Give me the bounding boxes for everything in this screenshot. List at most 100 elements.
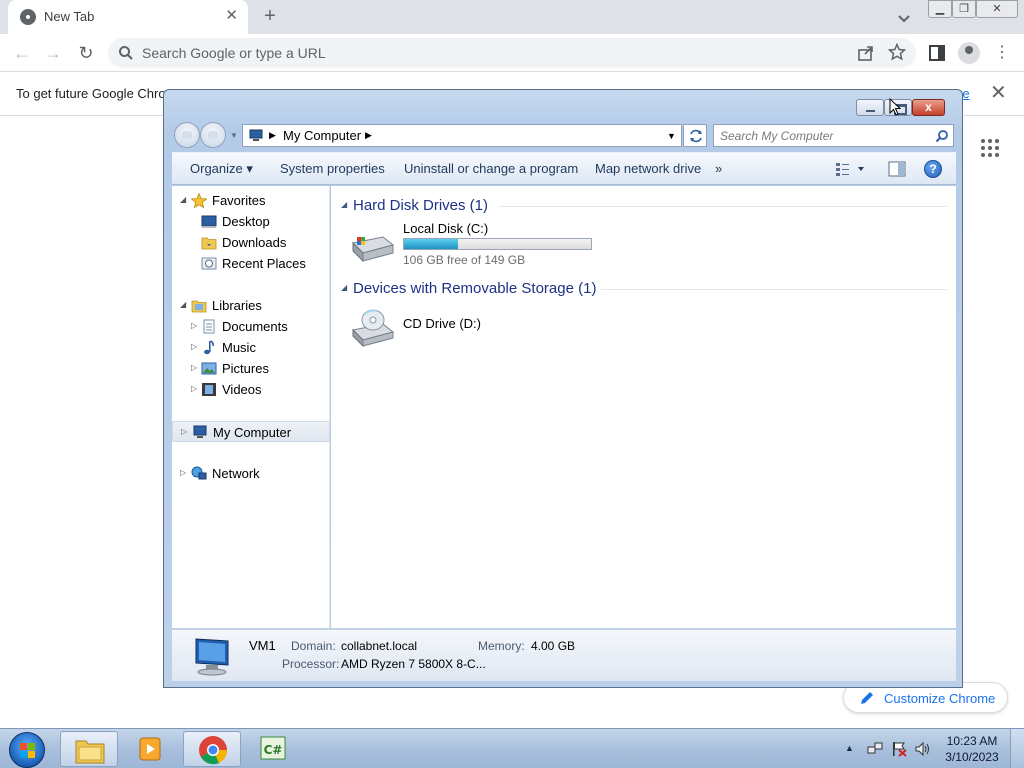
nav-item-favorites[interactable]: ◢ Favorites [172, 190, 330, 211]
reload-icon[interactable]: ↻ [74, 41, 98, 65]
organize-button[interactable]: Organize ▾ [190, 161, 253, 177]
drive-name: CD Drive (D:) [403, 316, 481, 331]
clock-time[interactable]: 10:23 AM [940, 734, 1004, 748]
chrome-close-button[interactable]: ✕ [976, 0, 1018, 18]
collapse-triangle-icon[interactable]: ◢ [341, 200, 347, 209]
group-title: Devices with Removable Storage (1) [353, 280, 597, 297]
bookmark-star-icon[interactable] [888, 43, 906, 61]
collapse-triangle-icon[interactable]: ◢ [341, 283, 347, 292]
expand-triangle-icon[interactable]: ▷ [191, 363, 197, 372]
action-center-flag-icon[interactable] [891, 741, 907, 757]
system-properties-button[interactable]: System properties [280, 161, 385, 176]
group-header-removable-storage[interactable]: ◢ Devices with Removable Storage (1) [339, 278, 947, 300]
help-icon[interactable]: ? [924, 160, 942, 178]
more-commands-chevron-icon[interactable]: » [715, 161, 722, 176]
back-arrow-icon[interactable]: ← [10, 41, 34, 65]
share-icon[interactable] [857, 44, 875, 62]
tab-search-chevron-icon[interactable] [894, 8, 914, 28]
taskbar-media-player-button[interactable] [121, 731, 179, 767]
nav-item-recent-places[interactable]: Recent Places [172, 253, 330, 274]
csharp-icon: C# [260, 736, 286, 760]
computer-monitor-icon [195, 638, 229, 676]
refresh-icon [690, 129, 702, 143]
taskbar-explorer-button[interactable] [60, 731, 118, 767]
collapse-triangle-icon[interactable]: ◢ [180, 300, 186, 309]
breadcrumb-separator-icon[interactable]: ▶ [269, 130, 276, 141]
side-panel-icon[interactable] [928, 44, 946, 62]
drive-item-d[interactable]: CD Drive (D:) [341, 304, 641, 354]
windows-taskbar: C# ▲ 10:23 AM 3/10/2023 [0, 728, 1024, 768]
show-hidden-icons-icon[interactable]: ▲ [845, 743, 854, 753]
map-network-drive-button[interactable]: Map network drive [595, 161, 701, 176]
nav-item-music[interactable]: ▷ Music [172, 337, 330, 358]
volume-icon[interactable] [914, 741, 932, 757]
omnibox-input[interactable] [142, 43, 842, 63]
collapse-triangle-icon[interactable]: ◢ [180, 195, 186, 204]
explorer-forward-button[interactable] [200, 122, 226, 148]
search-icon[interactable] [935, 129, 949, 143]
chrome-minimize-button[interactable]: ▁ [928, 0, 952, 18]
expand-triangle-icon[interactable]: ▷ [191, 384, 197, 393]
explorer-search-box[interactable] [713, 124, 954, 147]
explorer-minimize-button[interactable] [856, 99, 884, 116]
nav-item-my-computer[interactable]: ▷ My Computer [172, 421, 330, 442]
network-globe-icon [191, 466, 207, 480]
nav-item-videos[interactable]: ▷ Videos [172, 379, 330, 400]
uninstall-program-button[interactable]: Uninstall or change a program [404, 161, 578, 176]
google-apps-grid-icon[interactable] [981, 139, 999, 157]
kebab-menu-icon[interactable]: ⋮ [994, 43, 1010, 63]
nav-item-label: Recent Places [222, 256, 306, 271]
new-tab-button[interactable]: + [258, 4, 282, 28]
drive-usage-fill [404, 239, 459, 249]
tab-new-tab[interactable]: New Tab ✕ [8, 0, 248, 34]
nav-item-downloads[interactable]: Downloads [172, 232, 330, 253]
forward-arrow-icon[interactable]: → [41, 41, 65, 65]
nav-item-documents[interactable]: ▷ Documents [172, 316, 330, 337]
taskbar-chrome-button[interactable] [183, 731, 241, 767]
expand-triangle-icon[interactable]: ▷ [181, 427, 187, 436]
nav-item-label: Network [212, 466, 260, 481]
breadcrumb-my-computer[interactable]: My Computer [283, 128, 361, 143]
pencil-icon [861, 692, 873, 704]
omnibox[interactable] [108, 38, 916, 68]
change-view-icon[interactable] [834, 161, 866, 177]
network-tray-icon[interactable] [867, 741, 883, 757]
nav-item-desktop[interactable]: Desktop [172, 211, 330, 232]
explorer-back-button[interactable] [174, 122, 200, 148]
explorer-search-input[interactable] [720, 128, 920, 144]
expand-triangle-icon[interactable]: ▷ [191, 321, 197, 330]
profile-avatar-icon[interactable] [958, 42, 980, 64]
show-desktop-button[interactable] [1010, 729, 1024, 768]
nav-item-label: Downloads [222, 235, 287, 250]
refresh-button[interactable] [683, 124, 707, 147]
nav-item-libraries[interactable]: ◢ Libraries [172, 295, 330, 316]
taskbar-csharp-button[interactable]: C# [244, 731, 302, 767]
chrome-logo-icon [199, 736, 228, 765]
nav-item-label: Pictures [222, 361, 269, 376]
nav-item-label: Desktop [222, 214, 270, 229]
tab-close-icon[interactable]: ✕ [225, 8, 238, 24]
start-button[interactable] [9, 732, 45, 768]
computer-icon [193, 425, 207, 438]
nav-item-network[interactable]: ▷ Network [172, 463, 330, 484]
preview-pane-icon[interactable] [888, 161, 906, 177]
address-dropdown-icon[interactable]: ▼ [667, 131, 676, 141]
restore-icon: ❐ [959, 3, 969, 15]
expand-triangle-icon[interactable]: ▷ [180, 468, 186, 477]
chrome-tab-strip: New Tab ✕ + ▁ ❐ ✕ [0, 0, 1024, 34]
documents-icon [203, 319, 215, 334]
customize-chrome-label: Customize Chrome [884, 691, 996, 706]
clock-date[interactable]: 3/10/2023 [940, 750, 1004, 764]
chrome-restore-button[interactable]: ❐ [952, 0, 976, 18]
nav-item-pictures[interactable]: ▷ Pictures [172, 358, 330, 379]
recent-pages-dropdown-icon[interactable]: ▼ [230, 131, 238, 140]
infobar-close-icon[interactable]: ✕ [990, 82, 1007, 104]
explorer-close-button[interactable]: x [912, 99, 945, 116]
breadcrumb-chevron-icon[interactable]: ▶ [365, 130, 372, 141]
expand-triangle-icon[interactable]: ▷ [191, 342, 197, 351]
nav-item-label: Videos [222, 382, 262, 397]
drive-item-c[interactable]: Local Disk (C:) 106 GB free of 149 GB [341, 221, 641, 271]
downloads-folder-icon [201, 237, 217, 250]
group-header-hard-disk[interactable]: ◢ Hard Disk Drives (1) [339, 195, 947, 217]
address-bar[interactable]: ▶ My Computer ▶ ▼ [242, 124, 682, 147]
